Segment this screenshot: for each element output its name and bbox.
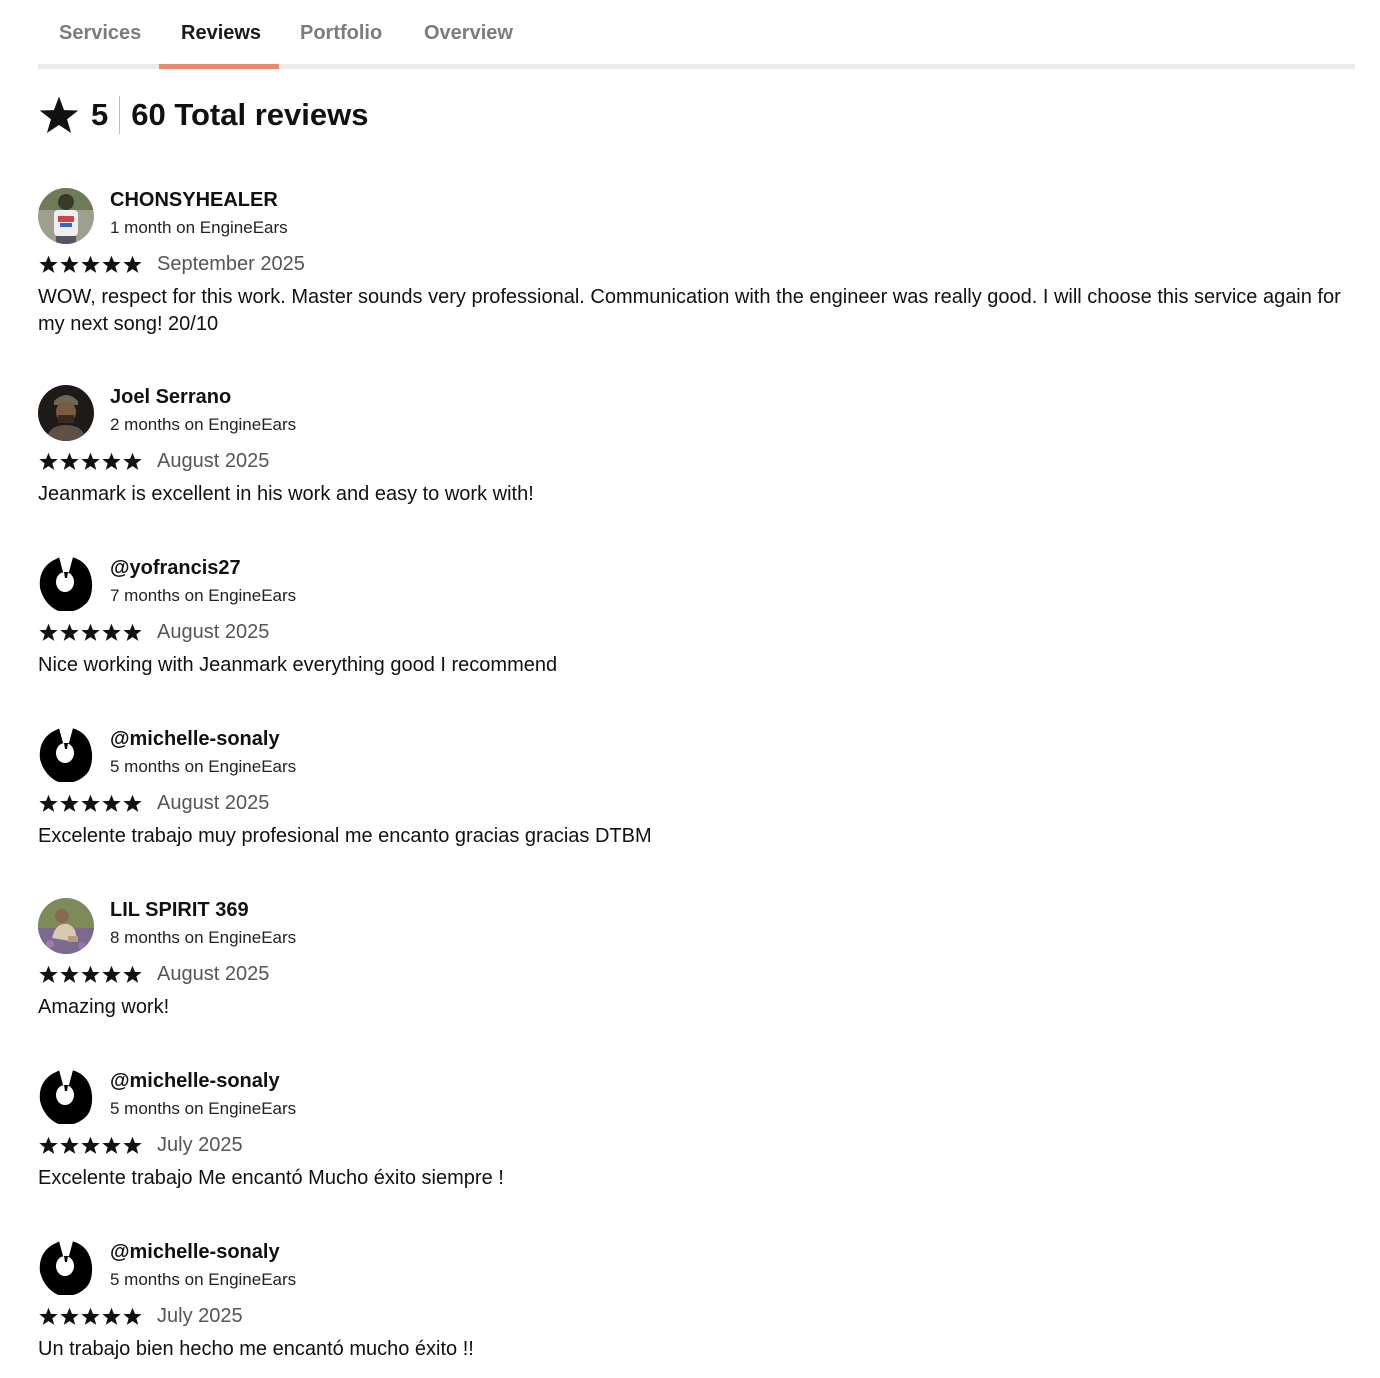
star-icon [123,1136,142,1154]
total-reviews: 60 Total reviews [131,97,369,132]
star-icon [39,96,79,134]
star-icon [123,452,142,470]
review-text: WOW, respect for this work. Master sound… [38,286,1341,335]
star-icon [60,452,79,470]
review-date: August 2025 [157,449,270,472]
star-icon [60,965,79,983]
star-icon [39,1136,58,1154]
star-icon [81,794,100,812]
star-icon [123,965,142,983]
star-rating [38,793,143,814]
tab-overview[interactable]: Overview [424,22,513,45]
reviewer-tenure: 8 months on EngineEars [110,928,297,947]
star-icon [81,452,100,470]
star-icon [60,794,79,812]
default-avatar-icon[interactable] [38,727,94,783]
star-rating [38,451,143,472]
default-avatar-icon[interactable] [38,556,94,612]
star-rating [38,1306,143,1327]
star-rating [38,1135,143,1156]
reviewer-name[interactable]: CHONSYHEALER [110,189,278,212]
rating-row: July 2025 [38,1132,243,1158]
star-icon [81,965,100,983]
default-avatar-icon[interactable] [38,1240,94,1296]
star-rating [38,254,143,275]
reviewer-avatar[interactable] [38,385,94,441]
review-date: August 2025 [157,962,270,985]
star-icon [39,1307,58,1325]
reviewer-name[interactable]: @michelle-sonaly [110,728,280,751]
tab-bar: Services Reviews Portfolio Overview [38,0,1355,69]
review-date: September 2025 [157,252,305,275]
default-avatar-icon[interactable] [38,1069,94,1125]
rating-row: August 2025 [38,961,269,987]
average-rating: 5 [91,97,109,132]
star-icon [39,623,58,641]
active-tab-indicator [159,64,279,69]
rating-row: July 2025 [38,1303,243,1329]
reviewer-name[interactable]: Joel Serrano [110,386,231,409]
review-date: August 2025 [157,791,270,814]
review-text: Nice working with Jeanmark everything go… [38,654,558,676]
star-icon [39,255,58,273]
reviewer-tenure: 5 months on EngineEars [110,757,297,776]
reviewer-tenure: 7 months on EngineEars [110,586,297,605]
reviewer-avatar[interactable] [38,188,94,244]
star-icon [39,452,58,470]
reviewer-tenure: 1 month on EngineEars [110,218,288,237]
star-icon [102,794,121,812]
rating-row: August 2025 [38,790,269,816]
summary-divider [119,96,121,134]
reviewer-tenure: 5 months on EngineEars [110,1270,297,1289]
rating-summary: 5 60 Total reviews [38,92,368,138]
star-icon [123,623,142,641]
reviewer-tenure: 2 months on EngineEars [110,415,297,434]
review-date: July 2025 [157,1133,243,1156]
star-icon [60,1136,79,1154]
star-icon [123,255,142,273]
reviewer-tenure: 5 months on EngineEars [110,1099,297,1118]
review-text: Jeanmark is excellent in his work and ea… [38,483,534,505]
star-rating [38,964,143,985]
rating-row: August 2025 [38,448,269,474]
star-icon [123,794,142,812]
star-icon [60,623,79,641]
star-icon [81,1307,100,1325]
star-icon [123,1307,142,1325]
star-icon [102,965,121,983]
review-text: Excelente trabajo Me encantó Mucho éxito… [38,1167,504,1189]
review-text: Un trabajo bien hecho me encantó mucho é… [38,1338,474,1360]
star-icon [102,1136,121,1154]
tab-services[interactable]: Services [59,22,141,45]
review-date: August 2025 [157,620,270,643]
star-icon [81,1136,100,1154]
star-icon [102,623,121,641]
star-icon [102,452,121,470]
star-icon [81,623,100,641]
review-date: July 2025 [157,1304,243,1327]
reviewer-name[interactable]: LIL SPIRIT 369 [110,899,249,922]
star-icon [39,794,58,812]
star-icon [60,1307,79,1325]
reviewer-avatar[interactable] [38,898,94,954]
reviewer-name[interactable]: @michelle-sonaly [110,1241,280,1264]
star-rating [38,622,143,643]
review-text: Excelente trabajo muy profesional me enc… [38,825,652,847]
star-icon [102,1307,121,1325]
tab-portfolio[interactable]: Portfolio [300,22,382,45]
star-icon [60,255,79,273]
star-icon [39,965,58,983]
star-icon [102,255,121,273]
review-text: Amazing work! [38,996,170,1018]
reviewer-name[interactable]: @yofrancis27 [110,557,241,580]
reviewer-name[interactable]: @michelle-sonaly [110,1070,280,1093]
rating-row: August 2025 [38,619,269,645]
rating-row: September 2025 [38,251,305,277]
tab-reviews[interactable]: Reviews [181,22,261,45]
star-icon [81,255,100,273]
